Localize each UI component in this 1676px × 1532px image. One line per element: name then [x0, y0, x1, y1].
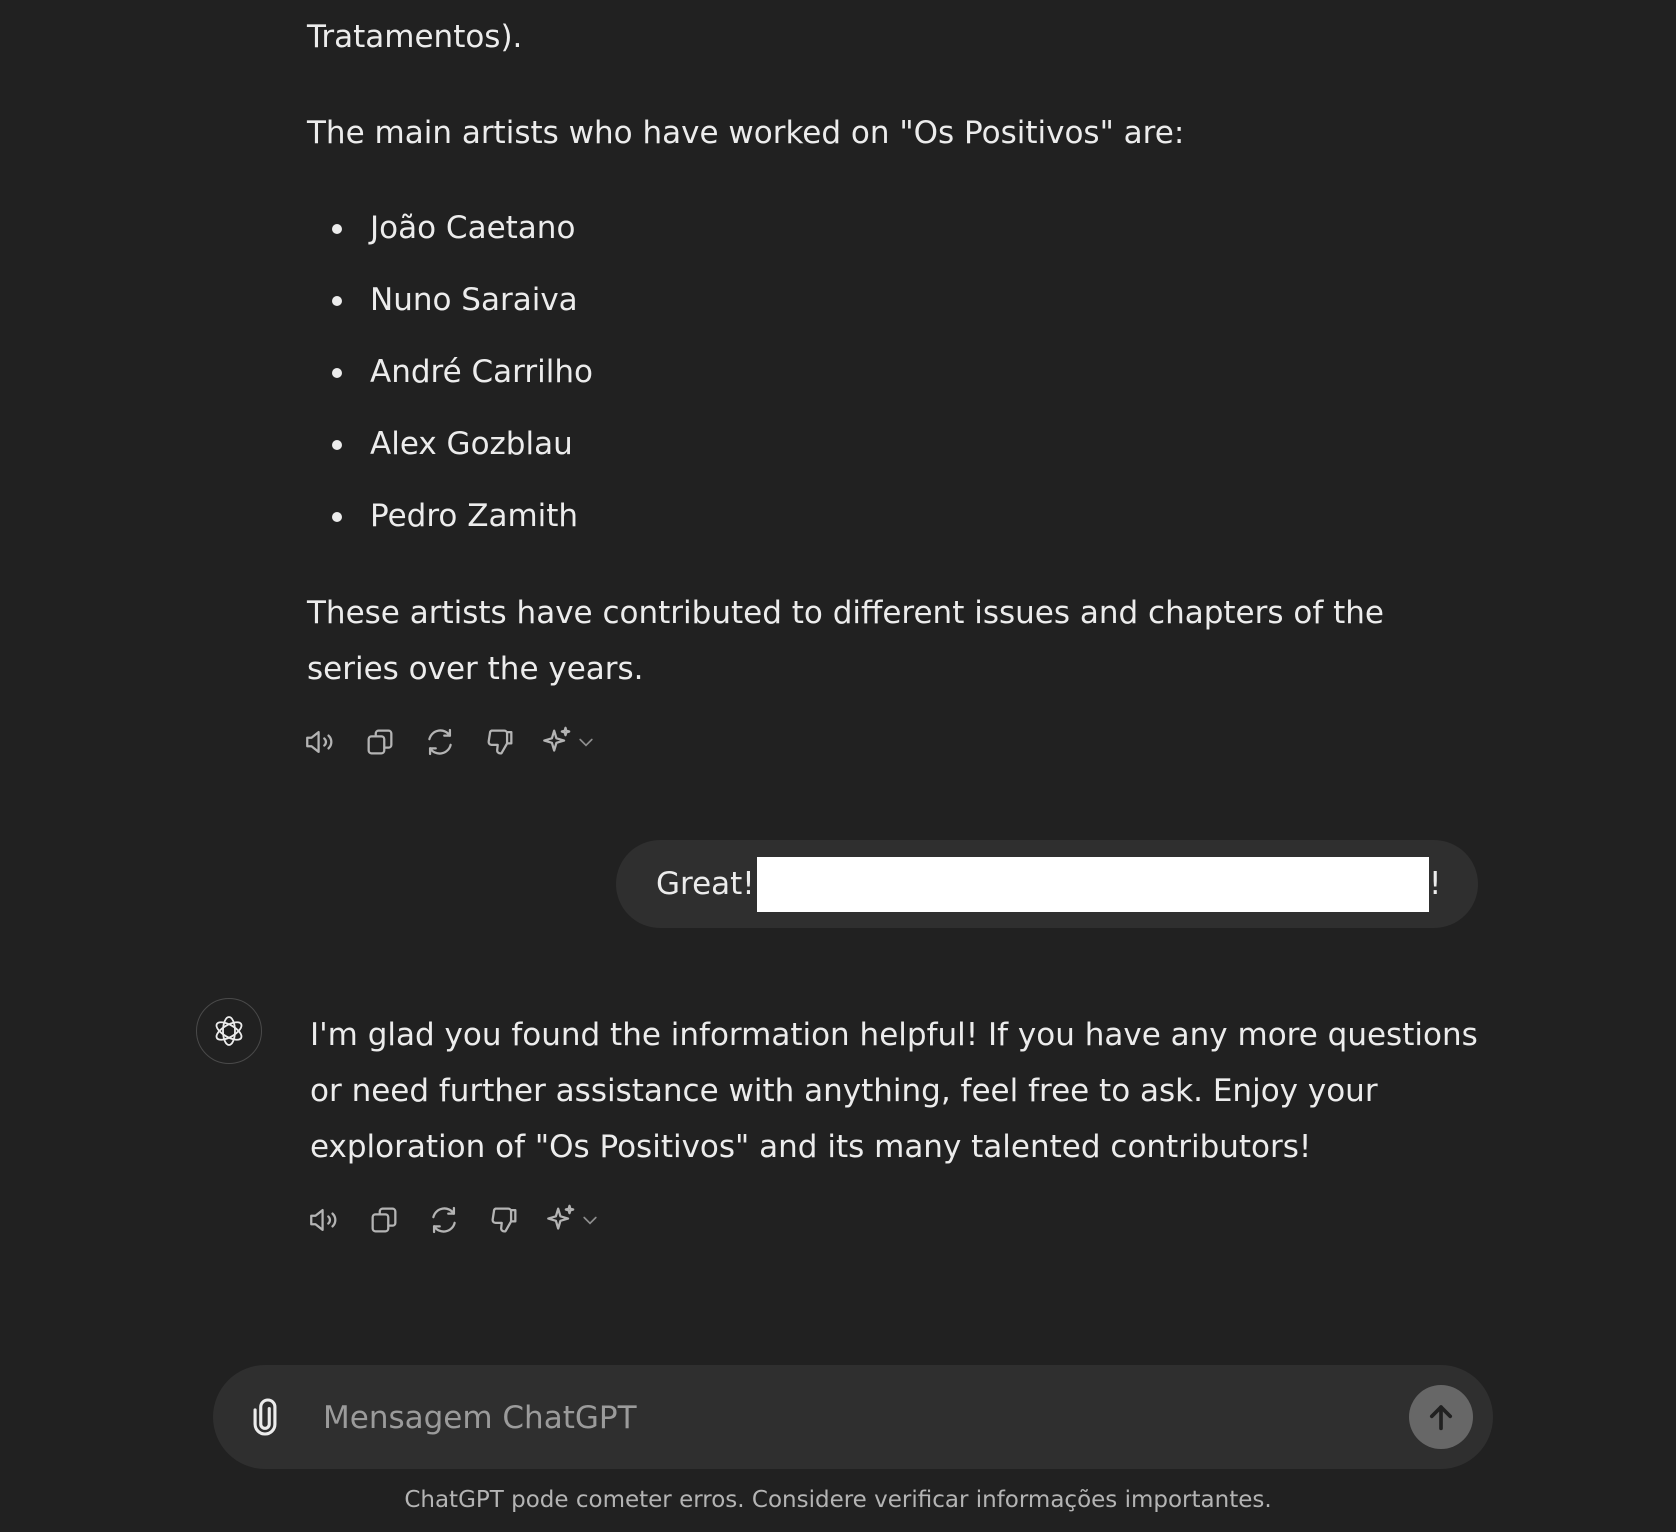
thumbs-down-button[interactable] [484, 1200, 524, 1240]
list-item: João Caetano [307, 196, 593, 268]
message-actions [300, 722, 604, 762]
user-message-bubble: Great! ! [616, 840, 1478, 928]
switch-model-button[interactable] [540, 722, 604, 762]
message-input[interactable] [321, 1387, 1325, 1449]
list-item: André Carrilho [307, 340, 593, 412]
regenerate-button[interactable] [420, 722, 460, 762]
thumbs-down-icon [491, 1207, 517, 1233]
regenerate-button[interactable] [424, 1200, 464, 1240]
read-aloud-button[interactable] [304, 1200, 344, 1240]
assistant-text-tail: Tratamentos). [307, 19, 523, 55]
send-button[interactable] [1409, 1385, 1473, 1449]
attach-button[interactable] [243, 1395, 287, 1439]
read-aloud-button[interactable] [300, 722, 340, 762]
copy-button[interactable] [360, 722, 400, 762]
speaker-icon [310, 1208, 337, 1232]
sparkle-icon [547, 1204, 575, 1230]
assistant-reply-text: I'm glad you found the information helpf… [310, 1017, 1478, 1165]
chat-page: Tratamentos). The main artists who have … [0, 0, 1676, 1532]
assistant-intro: The main artists who have worked on "Os … [307, 115, 1185, 151]
list-item: Nuno Saraiva [307, 268, 593, 340]
copy-icon [367, 729, 393, 755]
paperclip-icon [253, 1398, 277, 1436]
user-message-text: Great! [656, 866, 755, 902]
regenerate-icon [432, 1206, 456, 1234]
copy-icon [371, 1207, 397, 1233]
copy-button[interactable] [364, 1200, 404, 1240]
regenerate-icon [428, 728, 452, 756]
list-item: Alex Gozblau [307, 412, 593, 484]
message-actions [304, 1200, 608, 1240]
redacted-text-block [757, 857, 1429, 912]
user-message-end: ! [1429, 866, 1442, 902]
thumbs-down-button[interactable] [480, 722, 520, 762]
sparkle-icon [543, 726, 571, 752]
speaker-icon [306, 730, 333, 754]
assistant-closing: These artists have contributed to differ… [307, 595, 1384, 687]
chevron-down-icon [579, 738, 593, 747]
message-composer [213, 1365, 1493, 1469]
thumbs-down-icon [487, 729, 513, 755]
disclaimer-text: ChatGPT pode cometer erros. Considere ve… [404, 1487, 1272, 1513]
switch-model-button[interactable] [544, 1200, 608, 1240]
arrow-up-icon [1429, 1405, 1453, 1431]
artist-list: João Caetano Nuno Saraiva André Carrilho… [307, 196, 593, 556]
list-item: Pedro Zamith [307, 484, 593, 556]
openai-logo-icon [215, 1016, 243, 1046]
chevron-down-icon [583, 1216, 597, 1225]
assistant-avatar [196, 998, 262, 1064]
